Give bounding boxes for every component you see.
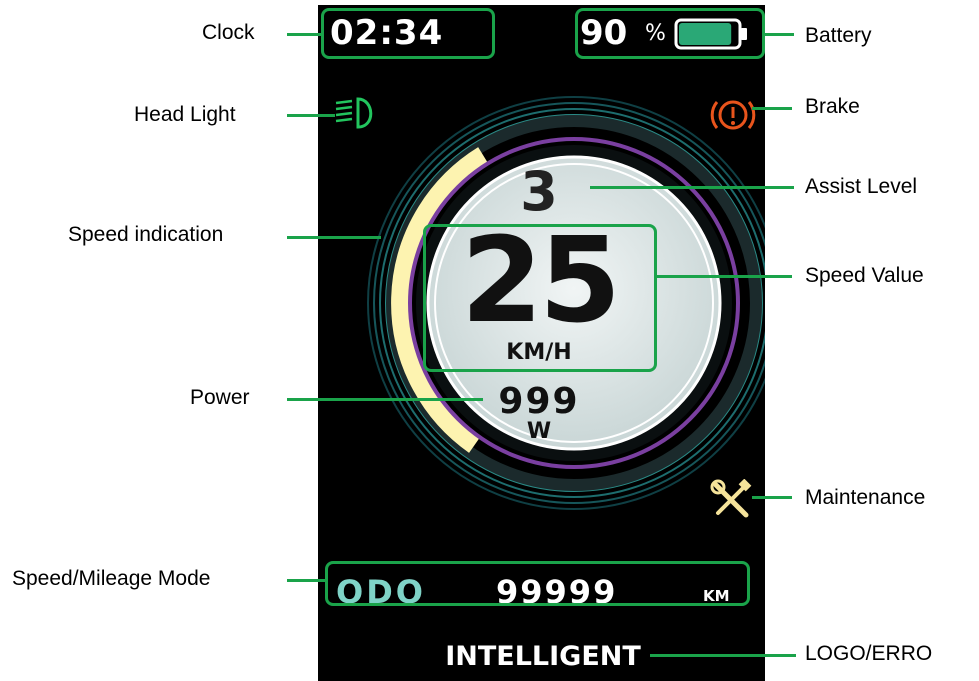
callout-assist-level: Assist Level [805, 175, 918, 198]
battery-highlight-frame [575, 8, 765, 59]
brake-leader-line [752, 107, 792, 110]
callout-battery: Battery [805, 24, 872, 47]
callout-maintenance: Maintenance [805, 486, 926, 509]
callout-speed-value: Speed Value [805, 264, 924, 287]
clock-highlight-frame [321, 8, 495, 59]
power-value: 999 [498, 381, 580, 422]
callout-logo-erro: LOGO/ERRO [805, 642, 933, 665]
assist-level-leader-line [590, 186, 794, 189]
callout-clock: Clock [202, 21, 255, 44]
headlight-leader-line [287, 114, 335, 117]
callout-head-light: Head Light [134, 103, 236, 126]
speed-indication-leader-line [287, 236, 381, 239]
callout-power: Power [190, 386, 250, 409]
power-leader-line [287, 398, 483, 401]
power-unit: W [526, 419, 552, 444]
callout-speed-mileage-mode: Speed/Mileage Mode [12, 567, 211, 590]
callout-speed-indication: Speed indication [68, 223, 224, 246]
speed-value-leader-line [656, 275, 792, 278]
maintenance-leader-line [752, 496, 792, 499]
callout-brake: Brake [805, 95, 860, 118]
battery-leader-line [764, 33, 794, 36]
clock-leader-line [287, 33, 323, 36]
mileage-highlight-frame [325, 561, 750, 606]
mileage-mode-leader-line [287, 579, 327, 582]
wrench-screwdriver-icon [710, 479, 752, 518]
speed-value-highlight-frame [423, 224, 657, 372]
logo-text: INTELLIGENT [445, 641, 641, 672]
logo-leader-line [650, 654, 796, 657]
